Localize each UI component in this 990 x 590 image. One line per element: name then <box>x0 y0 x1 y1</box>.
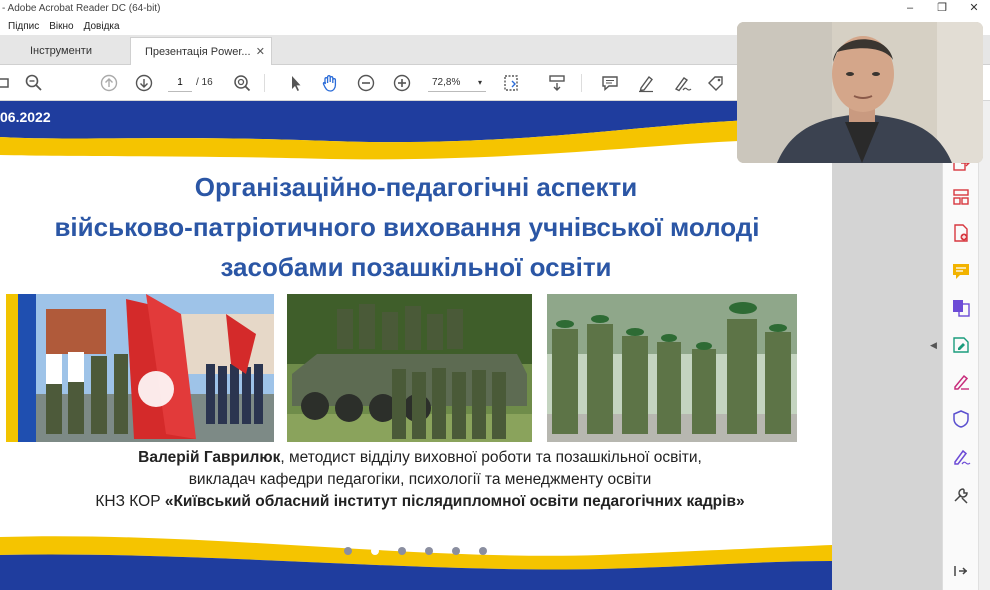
document-view[interactable]: 06.2022 Організаційно-педагогічні аспект… <box>0 101 832 590</box>
previous-page-icon[interactable] <box>99 73 119 93</box>
combine-files-icon[interactable] <box>951 297 971 317</box>
toolbar-divider <box>581 74 582 92</box>
tab-document-label: Презентація Power... <box>145 46 251 58</box>
bottom-stripes-decoration <box>0 536 832 590</box>
carousel-dot[interactable] <box>479 547 487 555</box>
slide-carousel-dots <box>344 547 487 555</box>
slide-title: Організаційно-педагогічні аспекти військ… <box>0 167 832 287</box>
maximize-button[interactable]: ❐ <box>926 0 958 17</box>
vertical-scrollbar[interactable] <box>978 101 990 590</box>
title-line-1: Організаційно-педагогічні аспекти <box>194 172 638 202</box>
more-tools-icon[interactable] <box>951 485 971 505</box>
zoom-out-icon[interactable] <box>356 73 376 93</box>
draw-sign-icon[interactable] <box>672 73 692 93</box>
fit-page-icon[interactable] <box>502 73 522 93</box>
menu-help[interactable]: Довідка <box>84 21 120 32</box>
acrobat-window: - Adobe Acrobat Reader DC (64-bit) – ❐ ✕… <box>0 0 990 590</box>
org-name: «Київський обласний інститут післядиплом… <box>164 493 745 510</box>
org-prefix: КНЗ КОР <box>95 493 165 510</box>
menu-window[interactable]: Вікно <box>49 21 73 32</box>
author-role-1: , методист відділу виховної роботи та по… <box>280 449 702 466</box>
fill-sign-icon[interactable] <box>706 73 726 93</box>
slide-caption: Валерій Гаврилюк, методист відділу вихов… <box>0 447 832 513</box>
carousel-dot[interactable] <box>398 547 406 555</box>
page-total: / 16 <box>196 77 213 88</box>
tab-close-icon[interactable]: ✕ <box>256 38 265 66</box>
toolbar-divider <box>264 74 265 92</box>
canvas-background <box>832 101 942 590</box>
title-bar: - Adobe Acrobat Reader DC (64-bit) – ❐ ✕ <box>0 0 990 17</box>
hand-tool-icon[interactable] <box>320 73 340 93</box>
carousel-dot-active[interactable] <box>371 547 379 555</box>
collapse-panel-icon[interactable] <box>951 561 971 581</box>
page-number-input[interactable] <box>168 74 192 92</box>
zoom-out-search-icon[interactable] <box>24 73 44 93</box>
window-controls: – ❐ ✕ <box>894 0 990 17</box>
armored-vehicle-photo <box>287 294 532 442</box>
author-name: Валерій Гаврилюк <box>138 449 281 466</box>
carousel-dot[interactable] <box>344 547 352 555</box>
tools-sidebar <box>942 101 978 590</box>
zoom-level-dropdown[interactable]: 72,8% ▾ <box>428 74 486 92</box>
title-line-2: військово-патріотичного виховання учнівс… <box>54 212 760 242</box>
protect-icon[interactable] <box>951 409 971 429</box>
tab-tools[interactable]: Інструменти <box>0 37 128 65</box>
menu-sign[interactable]: Підпис <box>8 21 39 32</box>
select-cursor-icon[interactable] <box>286 73 306 93</box>
minimize-button[interactable]: – <box>894 0 926 17</box>
title-line-3: засобами позашкільної освіти <box>220 252 612 282</box>
caption-line-3: КНЗ КОР «Київський обласний інститут піс… <box>0 491 832 513</box>
comment-icon[interactable] <box>951 261 971 281</box>
comment-tool-icon[interactable] <box>600 73 620 93</box>
next-page-icon[interactable] <box>134 73 154 93</box>
parade-photo <box>6 294 274 442</box>
caption-line-2: викладач кафедри педагогіки, психології … <box>188 471 652 488</box>
window-title: - Adobe Acrobat Reader DC (64-bit) <box>2 3 161 14</box>
zoom-level-value: 72,8% <box>432 77 461 88</box>
close-window-button[interactable]: ✕ <box>958 0 990 17</box>
top-stripes-decoration <box>0 101 832 160</box>
find-icon[interactable] <box>232 73 252 93</box>
scroll-mode-icon[interactable] <box>547 73 567 93</box>
caption-line-1: Валерій Гаврилюк, методист відділу вихов… <box>0 447 832 469</box>
organize-pages-icon[interactable] <box>951 187 971 207</box>
sign-icon[interactable] <box>951 447 971 467</box>
carousel-dot[interactable] <box>425 547 433 555</box>
fill-sign-icon[interactable] <box>951 371 971 391</box>
create-pdf-icon[interactable] <box>951 223 971 243</box>
chevron-down-icon: ▾ <box>477 78 482 87</box>
print-icon[interactable] <box>0 73 12 93</box>
slide-date: 06.2022 <box>0 109 51 125</box>
tab-tools-label: Інструменти <box>30 45 92 57</box>
webcam-video-overlay <box>737 22 983 163</box>
carousel-dot[interactable] <box>452 547 460 555</box>
tab-document[interactable]: Презентація Power... ✕ <box>130 37 272 65</box>
cadets-photo <box>547 294 797 442</box>
zoom-in-icon[interactable] <box>392 73 412 93</box>
highlight-pen-icon[interactable] <box>636 73 656 93</box>
edit-pdf-icon[interactable] <box>951 335 971 355</box>
collapse-pane-icon[interactable]: ◀ <box>930 340 937 351</box>
